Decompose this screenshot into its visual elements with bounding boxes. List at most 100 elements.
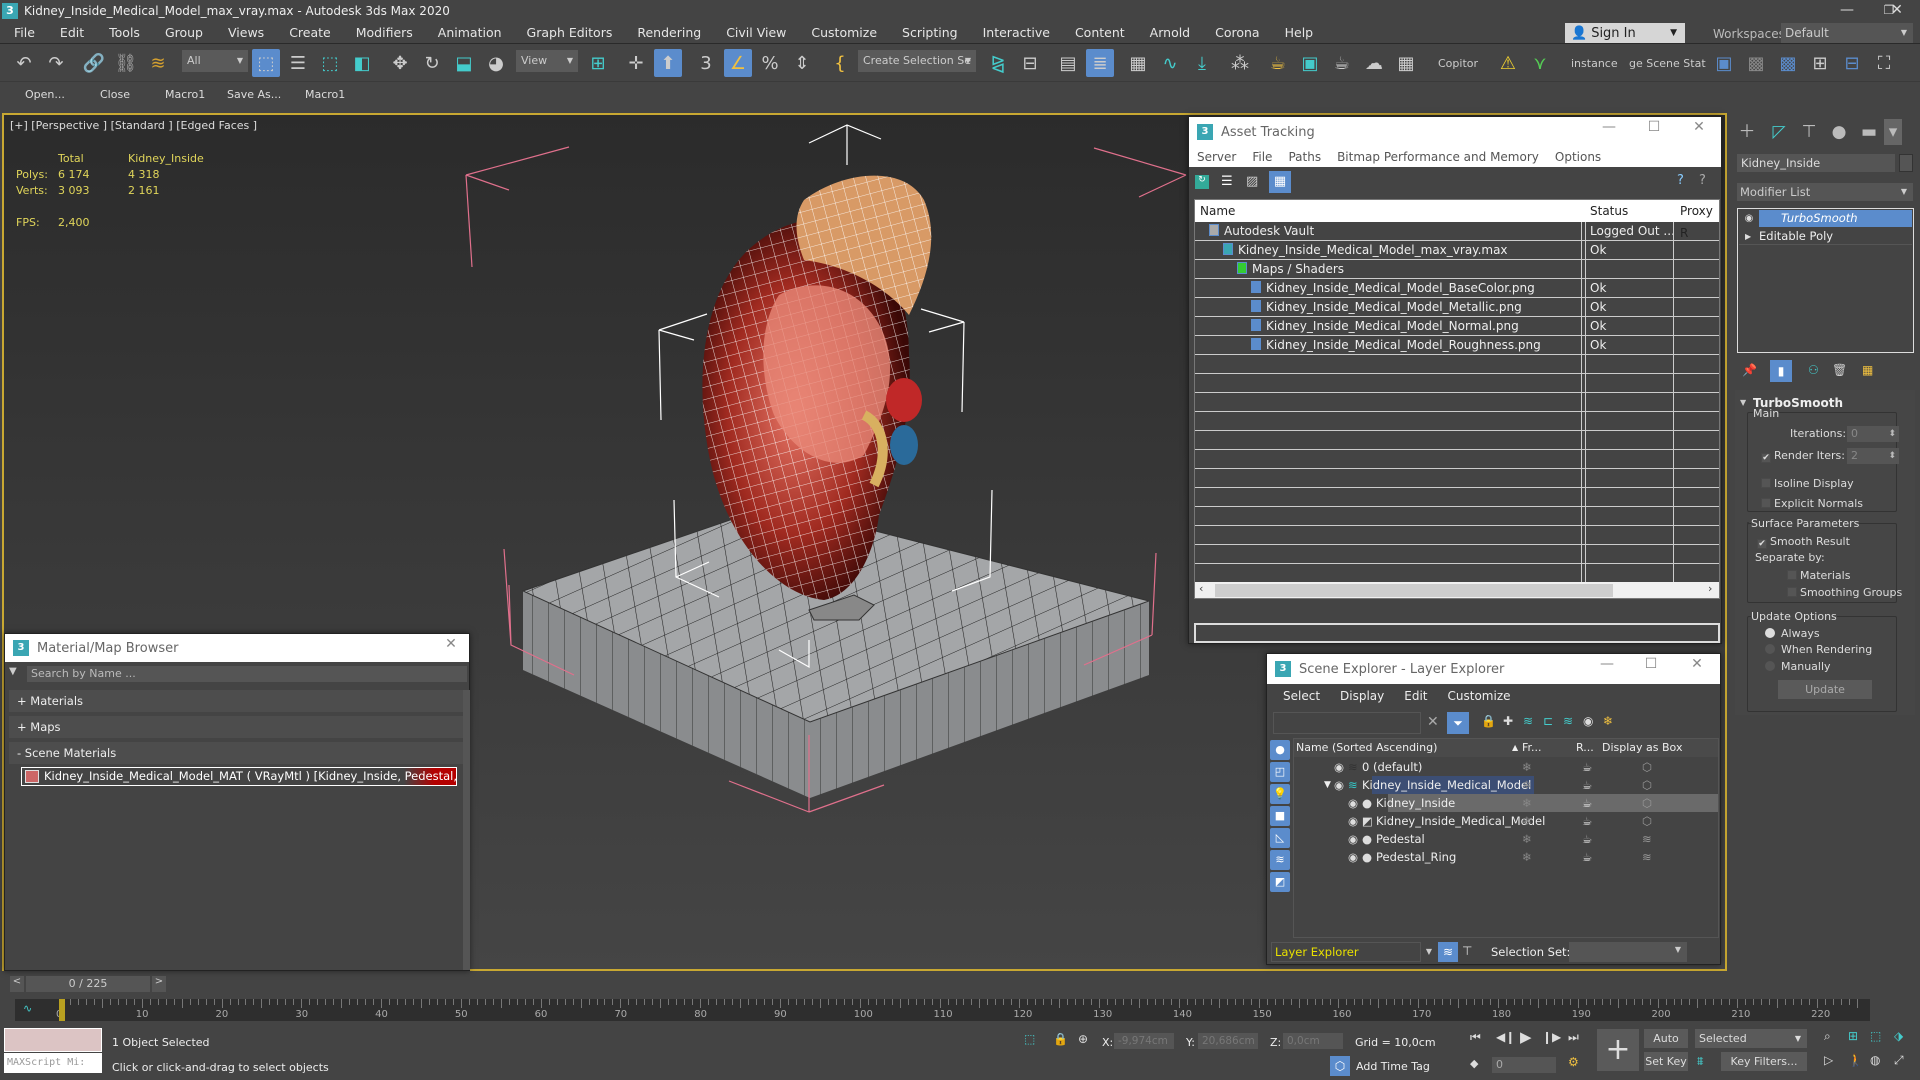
add-time-tag[interactable]: Add Time Tag: [1356, 1060, 1430, 1073]
menu-group[interactable]: Group: [151, 25, 214, 40]
menu-file[interactable]: File: [0, 25, 46, 40]
set-key-button[interactable]: Set Key: [1644, 1052, 1688, 1071]
maximize-viewport-toggle-icon[interactable]: ⤢: [1894, 1053, 1904, 1068]
at-menu-paths[interactable]: Paths: [1280, 150, 1329, 164]
stack-item-turbosmooth[interactable]: ◉ TurboSmooth: [1739, 210, 1912, 227]
time-tag-icon[interactable]: ⬡: [1330, 1056, 1350, 1076]
hide-layer-icon[interactable]: ◉: [1583, 714, 1593, 728]
field-of-view-icon[interactable]: ▷: [1824, 1053, 1833, 1067]
close-button[interactable]: ✕: [1679, 119, 1719, 135]
auto-key-button[interactable]: Auto Key: [1644, 1029, 1688, 1064]
maximize-viewport-icon[interactable]: ⛶: [1870, 49, 1898, 77]
display-as-box-icon[interactable]: ⬡: [1642, 758, 1652, 776]
layer-row[interactable]: ◉ ● Kidney_Inside ❄ ☕ ⬡: [1294, 794, 1718, 812]
menu-content[interactable]: Content: [1061, 25, 1136, 40]
visibility-eye-icon[interactable]: ◉: [1348, 830, 1358, 848]
macro-close[interactable]: Close: [100, 88, 130, 101]
render-iters-checkbox[interactable]: ✔: [1761, 453, 1771, 463]
clear-search-icon[interactable]: ✕: [1427, 714, 1439, 730]
update-rendering-radio[interactable]: [1765, 644, 1775, 654]
time-slider[interactable]: < 0 / 225 >: [10, 976, 166, 992]
column-name-sorted[interactable]: Name (Sorted Ascending): [1296, 739, 1437, 757]
menu-interactive[interactable]: Interactive: [969, 25, 1061, 40]
search-options-icon[interactable]: ▼: [9, 666, 17, 677]
create-tab-icon[interactable]: ＋: [1734, 119, 1760, 145]
ribbon-toggle-icon[interactable]: ▦: [1124, 49, 1152, 77]
freeze-icon[interactable]: ❄: [1522, 848, 1532, 866]
menu-help[interactable]: Help: [1271, 25, 1325, 40]
object-color-swatch[interactable]: [1899, 154, 1913, 172]
close-button[interactable]: ✕: [431, 636, 471, 652]
x-coordinate-field[interactable]: -9,974cm: [1114, 1033, 1174, 1049]
y-coordinate-field[interactable]: 20,686cm: [1198, 1033, 1258, 1049]
zoom-extents-icon[interactable]: ⬚: [1870, 1029, 1881, 1043]
render-tools-grid-icon[interactable]: ▦: [1392, 49, 1420, 77]
visibility-eye-icon[interactable]: ◉: [1348, 848, 1358, 866]
layer-explorer-toggle-icon[interactable]: ≣: [1086, 49, 1114, 77]
freeze-icon[interactable]: ❄: [1522, 758, 1532, 776]
collapse-icon[interactable]: ▼: [1740, 398, 1746, 407]
asset-row[interactable]: Maps / Shaders: [1195, 260, 1719, 279]
column-frozen[interactable]: Fr...: [1522, 739, 1542, 757]
hierarchy-icon[interactable]: ⊏: [1543, 714, 1553, 728]
display-geometry-icon[interactable]: ●: [1270, 740, 1290, 760]
scene-explorer-toggle-icon[interactable]: ▤: [1054, 49, 1082, 77]
play-icon[interactable]: ▶: [1520, 1028, 1532, 1046]
layer-row[interactable]: ▼ ◉ ≋ Kidney_Inside_Medical_Model ❄ ☕ ⬡: [1294, 776, 1718, 794]
z-coordinate-field[interactable]: 0,0cm: [1283, 1033, 1343, 1049]
remove-modifier-icon[interactable]: 🗑: [1832, 363, 1847, 377]
key-filters-button[interactable]: Key Filters...: [1721, 1052, 1807, 1071]
next-frame-button[interactable]: >: [152, 976, 166, 992]
renderable-teapot-icon[interactable]: ☕: [1582, 776, 1592, 794]
visibility-eye-icon[interactable]: ◉: [1334, 758, 1344, 776]
double-chevron-down-icon[interactable]: ⋎: [1526, 49, 1554, 77]
pivot-center-icon[interactable]: ⊞: [584, 49, 612, 77]
copitor-button[interactable]: Copitor: [1438, 57, 1478, 70]
lock-icon[interactable]: 🔒: [1053, 1032, 1068, 1046]
zoom-icon[interactable]: ⌕: [1824, 1029, 1831, 1044]
layer-row[interactable]: ◉ ● Pedestal ❄ ☕ ≋: [1294, 830, 1718, 848]
explicit-normals-checkbox[interactable]: [1761, 498, 1771, 508]
workspaces-dropdown[interactable]: Default ▼: [1781, 23, 1913, 43]
macro-save-as[interactable]: Save As...: [227, 88, 281, 101]
reference-coord-dropdown[interactable]: View ▼: [516, 50, 578, 72]
scene-state-button[interactable]: ge Scene Stat: [1629, 57, 1706, 70]
horizontal-scrollbar[interactable]: ‹ ›: [1195, 582, 1719, 598]
unlink-icon[interactable]: ⛓: [112, 49, 140, 77]
mirror-icon[interactable]: ⧎: [984, 49, 1012, 77]
se-menu-select[interactable]: Select: [1273, 686, 1330, 706]
at-menu-bitmap-performance[interactable]: Bitmap Performance and Memory: [1329, 150, 1547, 164]
renderable-teapot-icon[interactable]: ☕: [1582, 830, 1592, 848]
dope-sheet-icon[interactable]: ⤓: [1188, 49, 1216, 77]
layers-icon[interactable]: ≋: [1563, 714, 1573, 728]
current-frame-spinner[interactable]: 0: [1492, 1057, 1556, 1073]
menu-civil-view[interactable]: Civil View: [712, 25, 797, 40]
instance-button[interactable]: instance: [1571, 57, 1618, 70]
key-mode-dropdown[interactable]: Selected ▼: [1695, 1029, 1807, 1048]
walk-through-icon[interactable]: 🚶: [1848, 1053, 1863, 1067]
make-unique-icon[interactable]: ⚇: [1808, 363, 1819, 377]
vertical-scrollbar[interactable]: [463, 690, 470, 970]
material-browser-titlebar[interactable]: 3 Material/Map Browser ✕: [5, 634, 469, 662]
track-bar[interactable]: ∿ 01020304050607080901001101201301401501…: [15, 999, 1870, 1021]
minimize-button[interactable]: —: [1589, 119, 1629, 135]
select-by-name-icon[interactable]: ☰: [284, 49, 312, 77]
table-view-icon[interactable]: ▦: [1269, 171, 1291, 193]
section-scene-materials[interactable]: - Scene Materials: [9, 742, 463, 764]
utilities-tab-icon[interactable]: ▾: [1884, 119, 1902, 145]
display-spacewarps-icon[interactable]: ≋: [1270, 850, 1290, 870]
align-icon[interactable]: ⊟: [1016, 49, 1044, 77]
column-renderable[interactable]: R...: [1576, 739, 1594, 757]
se-menu-display[interactable]: Display: [1330, 686, 1394, 706]
section-materials[interactable]: + Materials: [9, 690, 463, 712]
asset-row[interactable]: Kidney_Inside_Medical_Model_Normal.png Ok: [1195, 317, 1719, 336]
display-as-box-icon[interactable]: ≋: [1642, 830, 1652, 848]
zoom-extents-all-icon[interactable]: ⬗: [1894, 1029, 1903, 1043]
display-as-box-icon[interactable]: ≋: [1642, 848, 1652, 866]
minimize-button[interactable]: —: [1587, 656, 1627, 672]
select-manipulate-icon[interactable]: ✛: [622, 49, 650, 77]
asset-row[interactable]: Autodesk Vault Logged Out ...: [1195, 222, 1719, 241]
menu-arnold[interactable]: Arnold: [1136, 25, 1201, 40]
edit-named-selection-icon[interactable]: {: [826, 49, 854, 77]
zoom-all-icon[interactable]: ⊞: [1848, 1029, 1858, 1043]
